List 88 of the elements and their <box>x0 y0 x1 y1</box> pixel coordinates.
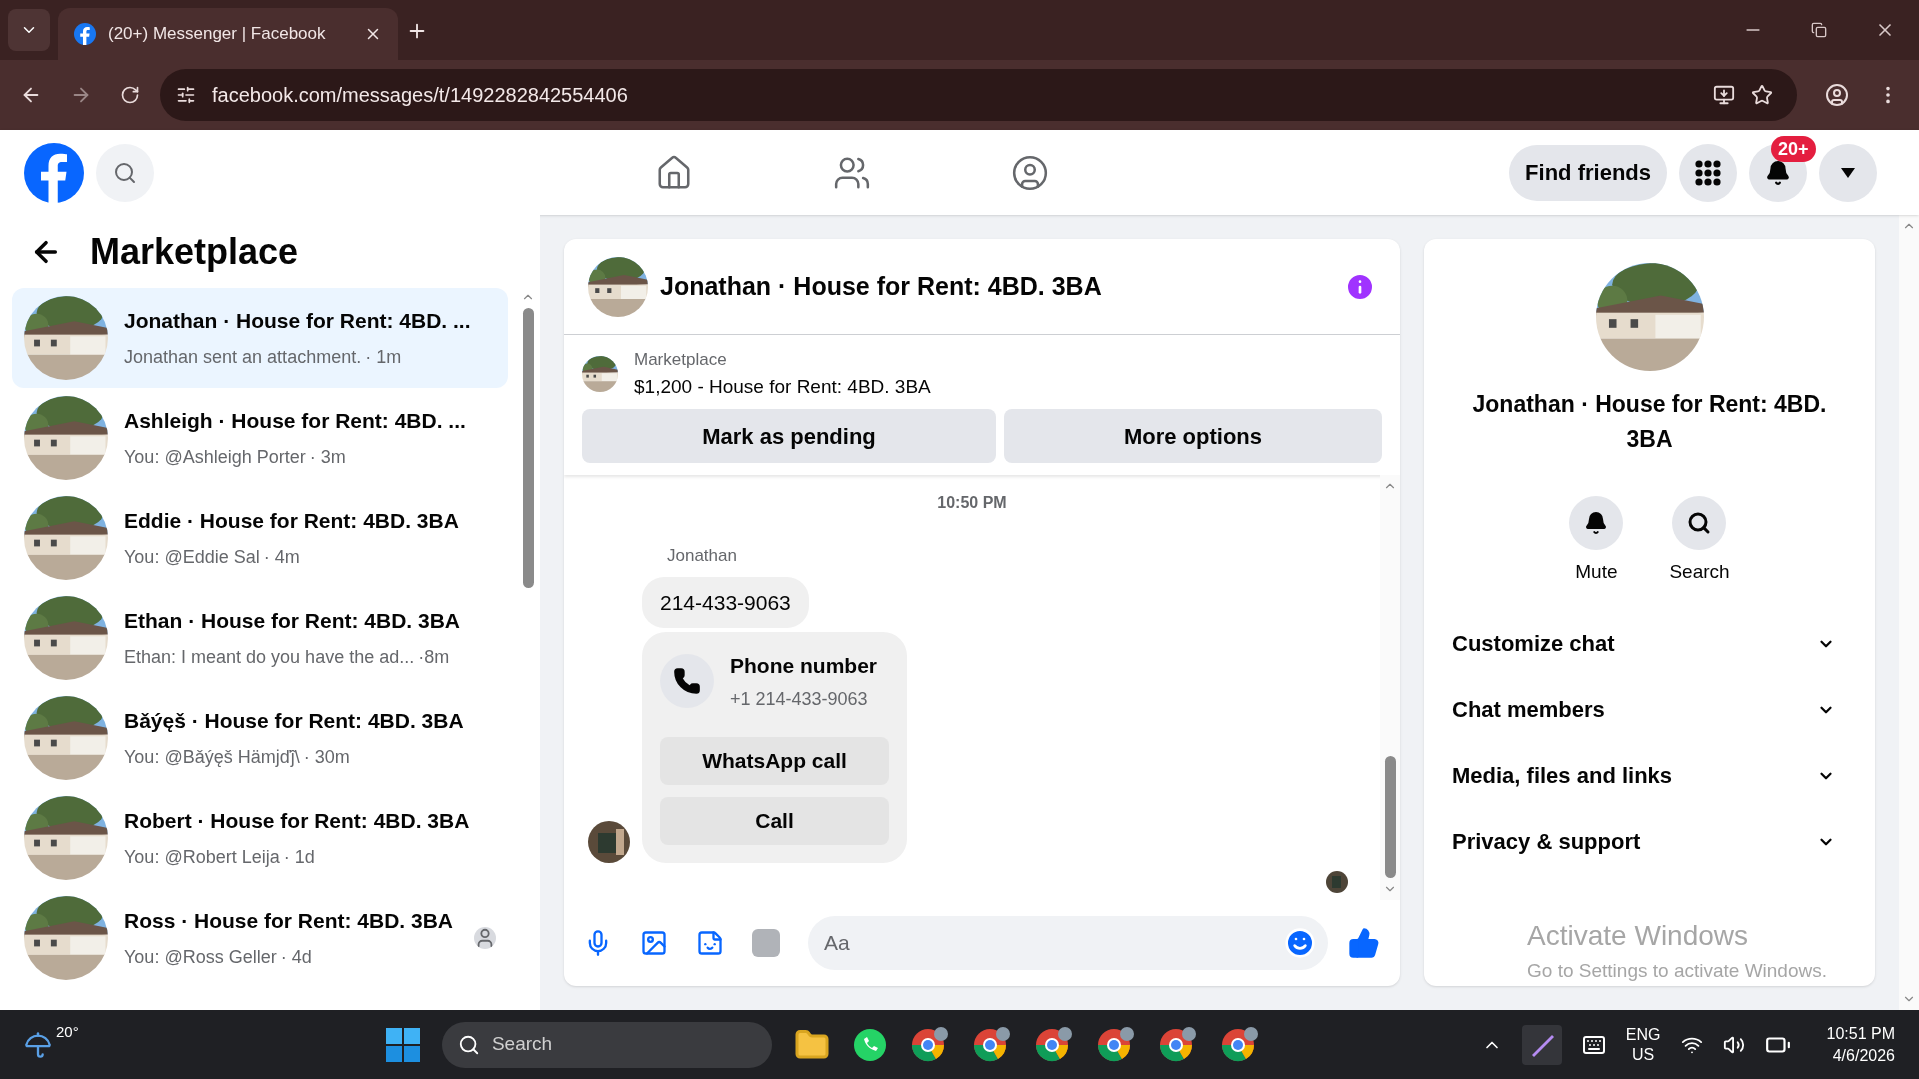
details-section[interactable]: Media, files and links <box>1448 742 1851 809</box>
taskbar-search[interactable]: Search <box>441 1021 772 1068</box>
action-label: Search <box>1669 560 1730 584</box>
bookmark-icon[interactable] <box>1751 84 1773 106</box>
emoji-icon[interactable] <box>1284 927 1316 959</box>
message-input[interactable]: Aa <box>808 916 1328 970</box>
phone-icon <box>673 667 701 696</box>
conversation-title: Ross · House for Rent: 4BD. 3BA <box>124 907 455 934</box>
language[interactable]: ENG <box>1625 1024 1661 1045</box>
bell-icon <box>1584 511 1609 535</box>
call-option-button[interactable]: Call <box>660 796 889 845</box>
message-preview: You: @Ashleigh Porter <box>124 446 306 470</box>
image-icon[interactable] <box>640 929 668 957</box>
scroll-thumb[interactable] <box>522 308 534 588</box>
caret-icon <box>1840 166 1856 179</box>
clock-date[interactable]: 4/6/2026 <box>1832 1044 1895 1067</box>
conversation-title: Eddie · House for Rent: 4BD. 3BA <box>124 507 460 534</box>
message-preview: Ethan: I meant do you have the ad... <box>124 646 415 670</box>
message-preview: You: @Robert Leija <box>124 846 280 870</box>
call-option-button[interactable]: WhatsApp call <box>660 736 889 785</box>
like-icon[interactable] <box>1348 927 1380 959</box>
message-preview: Jonathan sent an attachment. <box>124 346 362 370</box>
details-section[interactable]: Privacy & support <box>1448 808 1851 875</box>
url-text: facebook.com/messages/t/1492282842554406 <box>212 83 628 108</box>
details-section[interactable]: Customize chat <box>1448 610 1851 677</box>
conversation-title: Ashleigh · House for Rent: 4BD. ... <box>124 407 467 434</box>
scroll-thumb[interactable] <box>1384 756 1396 878</box>
chat-title: Jonathan · House for Rent: 4BD. 3BA <box>660 270 1103 302</box>
install-icon[interactable] <box>1713 84 1735 106</box>
conversation-title: Bǎýęš · House for Rent: 4BD. 3BA <box>124 707 465 734</box>
message-time: · 4d <box>280 946 312 970</box>
search-icon <box>113 160 137 185</box>
scrollbar[interactable] <box>1380 475 1400 900</box>
scrollbar[interactable] <box>1899 215 1919 1010</box>
clock-time[interactable]: 10:51 PM <box>1826 1022 1895 1045</box>
address-bar[interactable]: facebook.com/messages/t/1492282842554406 <box>160 69 1797 121</box>
browser-tab[interactable]: (20+) Messenger | Facebook <box>58 8 398 60</box>
phone-card-title: Phone number <box>730 653 877 679</box>
grid-icon <box>1695 159 1721 186</box>
sender-avatar-icon <box>588 820 630 863</box>
conversation-item[interactable]: Jonathan · House for Rent: 4BD. ... Jonathan sent an attachment. · 1m <box>12 288 508 388</box>
conversation-title: Ethan · House for Rent: 4BD. 3BA <box>124 607 462 634</box>
message-preview: You: @Bǎýęš Hämјďĵ\ <box>124 746 300 770</box>
conversation-title: Robert · House for Rent: 4BD. 3BA <box>124 807 471 834</box>
facebook-logo-icon[interactable] <box>24 142 84 203</box>
weather-icon[interactable] <box>24 1030 52 1059</box>
activation-text: Go to Settings to activate Windows. <box>1527 958 1827 983</box>
listing-action-button[interactable]: More options <box>1004 409 1382 463</box>
windows-start-icon[interactable] <box>385 1027 420 1062</box>
bell-icon <box>1765 159 1791 186</box>
message-time: · 1m <box>365 346 402 370</box>
details-section[interactable]: Chat members <box>1448 676 1851 743</box>
notification-badge: 20+ <box>1771 135 1816 162</box>
conversation-title: Jonathan · House for Rent: 4BD. ... <box>124 307 472 334</box>
activation-title: Activate Windows <box>1527 918 1750 953</box>
chat-app-icon[interactable] <box>851 1026 888 1063</box>
tab-title: (20+) Messenger | Facebook <box>108 23 327 46</box>
site-settings-icon[interactable] <box>176 85 196 105</box>
listing-name: $1,200 - House for Rent: 4BD. 3BA <box>634 374 931 399</box>
search-icon <box>457 1033 480 1056</box>
reload-icon[interactable] <box>120 85 140 105</box>
sticker-icon[interactable] <box>696 929 724 957</box>
listing-action-button[interactable]: Mark as pending <box>582 409 996 463</box>
read-receipt-icon <box>1326 870 1348 893</box>
temperature: 20° <box>56 1022 79 1043</box>
message-timestamp: 10:50 PM <box>937 493 1007 513</box>
restore-icon[interactable] <box>1811 22 1827 38</box>
message-preview: You: @Eddie Sal <box>124 546 260 570</box>
message-preview: You: @Ross Geller <box>124 946 277 970</box>
sender-name: Jonathan <box>667 545 738 567</box>
message-bubble: 214-433-9063 <box>642 576 809 628</box>
listing-label: Marketplace <box>634 349 728 371</box>
message-time: · 1d <box>283 846 315 870</box>
message-time: · 4m <box>263 546 300 570</box>
groups-icon[interactable] <box>1010 153 1049 192</box>
details-title: Jonathan · House for Rent: 4BD. 3BA <box>1471 390 1828 454</box>
search-icon <box>1687 511 1712 535</box>
facebook-logo-icon <box>74 23 96 45</box>
message-time: · 3m <box>309 446 346 470</box>
profile-icon[interactable] <box>1825 83 1849 107</box>
pen-icon[interactable] <box>1521 1024 1562 1065</box>
sidebar-title: Marketplace <box>90 229 299 274</box>
message-time: ·8m <box>418 646 450 670</box>
find-friends-button[interactable]: Find friends <box>1509 144 1667 201</box>
phone-number: +1 214-433-9063 <box>730 687 869 711</box>
action-label: Mute <box>1575 560 1618 584</box>
region[interactable]: US <box>1632 1044 1655 1065</box>
message-time: · 30m <box>303 746 350 770</box>
